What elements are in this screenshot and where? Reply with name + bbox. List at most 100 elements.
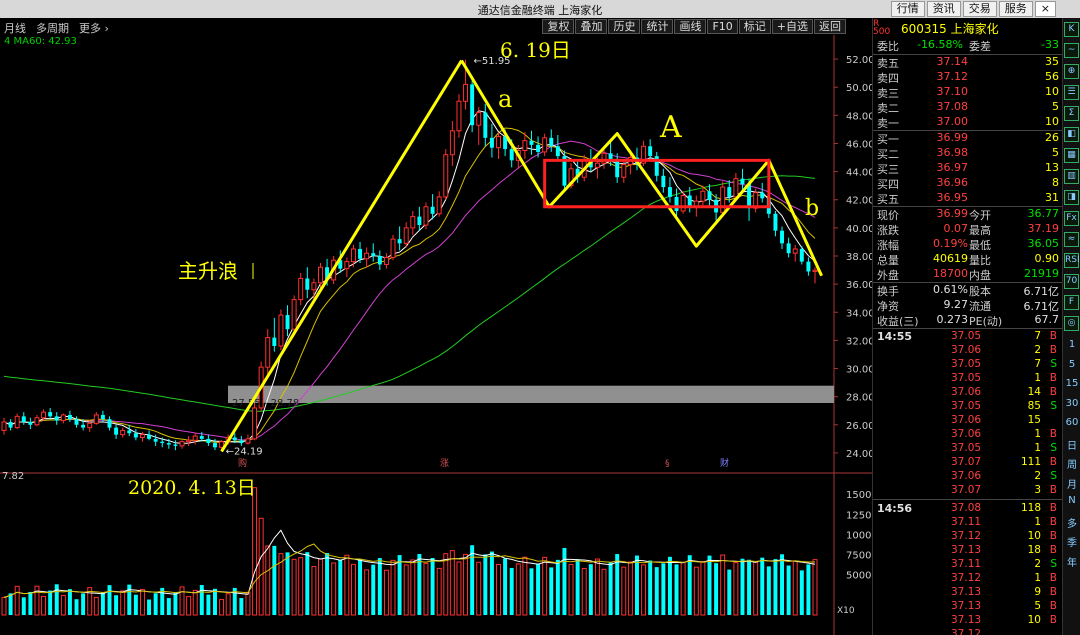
stats-row-3: 总量 40619 量比 0.90 [873,252,1063,267]
kline-chart[interactable]: 52.00 50.00 48.00 46.00 44.00 42.00 40.00 38.00… [0,35,872,635]
tick-price: 37.12 [951,628,982,635]
stat-value: 0.19% [933,237,968,250]
volume-bar [661,563,666,615]
volume-bar [799,570,804,615]
candle [67,410,72,422]
sidebar-period-1[interactable]: 5 [1063,359,1080,370]
title-button-group: 行情 资讯 交易 服务 × [890,1,1056,17]
stat-label: 涨幅 [877,239,899,252]
candle [449,120,455,166]
sidebar-period-7[interactable]: 月 [1063,476,1080,491]
sidebar-tool-icon[interactable]: ▦ [1064,148,1079,163]
toolbar-button-0[interactable]: 复权 [542,19,575,34]
candle [542,133,548,157]
sidebar-period-3[interactable]: 30 [1063,398,1080,409]
toolbar-button-6[interactable]: 标记 [738,19,771,34]
toolbar-button-7[interactable]: +自选 [771,19,813,34]
toolbar-button-5[interactable]: F10 [707,19,738,34]
toolbar-button-3[interactable]: 统计 [641,19,674,34]
toolbar-button-2[interactable]: 历史 [608,19,641,34]
candle [806,257,811,276]
volume-bar [54,584,59,615]
sidebar-tool-icon[interactable]: K [1064,22,1079,37]
sidebar-tool-icon[interactable]: ▥ [1064,169,1079,184]
sidebar-period-8[interactable]: N [1063,495,1080,506]
sidebar-tool-icon[interactable]: ◨ [1064,190,1079,205]
sell-volume: 10 [1045,115,1059,128]
tick-row: 37.13 18 B [873,544,1063,558]
tick-direction: B [1049,614,1057,626]
sell-label: 卖二 [877,102,899,115]
sidebar-period-4[interactable]: 60 [1063,417,1080,428]
candle [93,412,99,425]
tick-row: 37.11 1 B [873,516,1063,530]
tick-volume: 2 [1034,344,1041,356]
sidebar-period-0[interactable]: 1 [1063,339,1080,350]
sidebar-tool-icon[interactable]: F [1064,295,1079,310]
toolbar-button-8[interactable]: 返回 [814,19,846,34]
multi-period-button[interactable]: 多周期 [36,20,69,36]
candle [245,434,251,445]
sidebar-tool-icon[interactable]: ◧ [1064,127,1079,142]
candle [780,226,785,249]
volume-bar [60,594,66,616]
sidebar-tool-icon[interactable]: ☰ [1064,85,1079,100]
sidebar-period-2[interactable]: 15 [1063,378,1080,389]
stat-label: 涨跌 [877,224,899,237]
sell-volume: 35 [1045,55,1059,68]
stat-value: 0.61% [933,283,968,296]
title-button-trade[interactable]: 交易 [962,1,997,17]
candle [792,244,798,262]
volume-bar [364,569,370,616]
title-button-service[interactable]: 服务 [998,1,1033,17]
volume-bar [667,556,672,615]
tick-volume: 111 [1020,456,1041,468]
sidebar-tool-icon[interactable]: 70 [1064,274,1079,289]
period-monthly-button[interactable]: 月线 [4,20,26,36]
sidebar-tool-icon[interactable]: Σ [1064,106,1079,121]
sell-label: 卖三 [877,87,899,100]
volume-bar [740,558,745,615]
volume-bar [206,594,211,615]
candle [536,136,541,158]
volume-bar [562,547,567,615]
candle [14,413,20,430]
sidebar-tool-icon[interactable]: Fx [1064,211,1079,226]
sidebar-tool-icon[interactable]: ⊕ [1064,64,1079,79]
sell-level-2: 卖二 37.08 5 [873,100,1063,115]
tick-price: 37.06 [951,414,982,426]
tick-price: 37.11 [951,558,982,570]
sidebar-period-10[interactable]: 季 [1063,534,1080,549]
title-button-news[interactable]: 资讯 [926,1,961,17]
volume-bar [555,559,560,615]
candle [127,424,132,437]
candle [760,182,765,203]
candle [740,168,745,190]
close-icon[interactable]: × [1034,1,1056,17]
more-button[interactable]: 更多 › [79,20,109,36]
sidebar-tool-icon[interactable]: RSI [1064,253,1080,268]
sidebar-tool-icon[interactable]: ≈ [1064,232,1079,247]
tick-direction: B [1049,502,1057,514]
toolbar-button-1[interactable]: 叠加 [575,19,608,34]
volume-bar [615,554,620,615]
candle [562,150,567,192]
tick-direction: B [1049,330,1057,342]
tick-row: 37.11 2 S [873,558,1063,572]
sidebar-period-6[interactable]: 周 [1063,456,1080,471]
toolbar-button-4[interactable]: 画线 [674,19,707,34]
sidebar-tool-icon[interactable]: ◎ [1064,316,1079,331]
volume-bar [601,568,607,616]
title-button-quotes[interactable]: 行情 [890,1,925,17]
sidebar-period-11[interactable]: 年 [1063,554,1080,569]
sidebar-period-9[interactable]: 多 [1063,515,1080,530]
sidebar-tool-icon[interactable]: ~ [1064,43,1079,58]
tick-price: 37.05 [951,442,982,454]
volume-bar [436,567,442,616]
sidebar-period-5[interactable]: 日 [1063,437,1080,452]
tick-volume: 10 [1027,614,1041,626]
volume-bar [503,558,508,615]
candle [700,185,706,207]
tick-price: 37.05 [951,372,982,384]
candle [615,153,620,183]
